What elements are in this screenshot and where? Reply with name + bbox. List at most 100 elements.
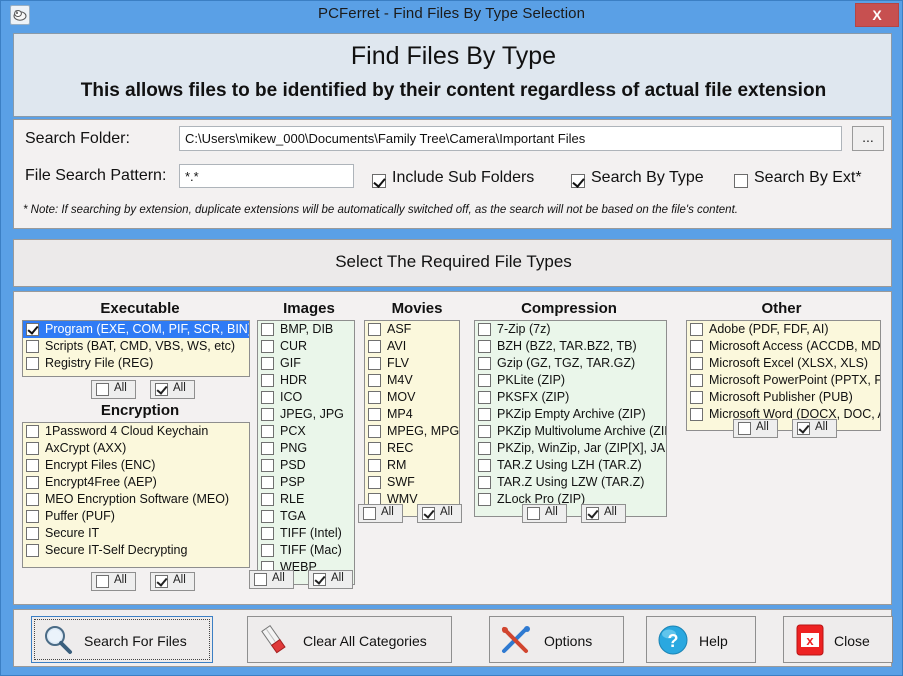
images-check-all-button[interactable]: All [308,570,353,589]
checkbox-icon[interactable] [478,459,491,472]
movies-uncheck-all-button[interactable]: All [358,504,403,523]
list-item[interactable]: MOV [365,389,459,406]
list-item[interactable]: PSD [258,457,354,474]
other-uncheck-all-button[interactable]: All [733,419,778,438]
compression-uncheck-all-button[interactable]: All [522,504,567,523]
checkbox-icon[interactable] [26,476,39,489]
list-item[interactable]: Puffer (PUF) [23,508,249,525]
checkbox-icon[interactable] [26,544,39,557]
checkbox-icon[interactable] [478,323,491,336]
executable-check-all-button[interactable]: All [150,380,195,399]
include-sub-folders-label[interactable]: Include Sub Folders [392,169,534,187]
movies-check-all-button[interactable]: All [417,504,462,523]
checkbox-icon[interactable] [690,357,703,370]
list-item[interactable]: TAR.Z Using LZW (TAR.Z) [475,474,666,491]
checkbox-icon[interactable] [261,476,274,489]
list-item[interactable]: BZH (BZ2, TAR.BZ2, TB) [475,338,666,355]
checkbox-icon[interactable] [261,459,274,472]
checkbox-icon[interactable] [26,442,39,455]
checkbox-icon[interactable] [690,340,703,353]
list-item[interactable]: BMP, DIB [258,321,354,338]
checkbox-icon[interactable] [368,323,381,336]
list-item[interactable]: Microsoft PowerPoint (PPTX, PPT) [687,372,880,389]
list-item[interactable]: ZLock Pro (ZIP) [475,491,666,508]
list-item[interactable]: PCX [258,423,354,440]
options-button[interactable]: Options [489,616,624,663]
checkbox-icon[interactable] [261,357,274,370]
list-item[interactable]: RM [365,457,459,474]
close-button[interactable]: x Close [783,616,893,663]
search-by-ext-checkbox[interactable] [734,174,748,188]
list-executable[interactable]: Program (EXE, COM, PIF, SCR, BIN) Scripts… [22,320,250,377]
list-item[interactable]: TIFF (Intel) [258,525,354,542]
encryption-check-all-button[interactable]: All [150,572,195,591]
checkbox-icon[interactable] [261,527,274,540]
clear-all-categories-button[interactable]: Clear All Categories [247,616,452,663]
checkbox-icon[interactable] [261,374,274,387]
list-item[interactable]: Registry File (REG) [23,355,249,372]
list-movies[interactable]: ASF AVI FLV M4V MOV MP4 MPEG, MPG REC RM SWF WMV [364,320,460,517]
checkbox-icon[interactable] [368,476,381,489]
list-item[interactable]: REC [365,440,459,457]
window-close-button[interactable]: X [855,3,899,27]
list-item[interactable]: FLV [365,355,459,372]
checkbox-icon[interactable] [261,544,274,557]
checkbox-icon[interactable] [26,357,39,370]
checkbox-icon[interactable] [261,408,274,421]
search-folder-input[interactable]: C:\Users\mikew_000\Documents\Family Tree… [179,126,842,151]
images-uncheck-all-button[interactable]: All [249,570,294,589]
list-compression[interactable]: 7-Zip (7z) BZH (BZ2, TAR.BZ2, TB) Gzip (GZ… [474,320,667,517]
help-button[interactable]: ? Help [646,616,756,663]
list-item[interactable]: M4V [365,372,459,389]
checkbox-icon[interactable] [478,442,491,455]
list-item[interactable]: JPEG, JPG [258,406,354,423]
checkbox-icon[interactable] [368,391,381,404]
checkbox-icon[interactable] [261,323,274,336]
checkbox-icon[interactable] [478,425,491,438]
checkbox-icon[interactable] [690,408,703,421]
checkbox-icon[interactable] [261,510,274,523]
list-item[interactable]: Secure IT [23,525,249,542]
list-item[interactable]: Program (EXE, COM, PIF, SCR, BIN) [23,321,249,338]
checkbox-icon[interactable] [368,442,381,455]
checkbox-icon[interactable] [368,374,381,387]
checkbox-icon[interactable] [26,459,39,472]
list-item[interactable]: RLE [258,491,354,508]
list-item[interactable]: PKZip Multivolume Archive (ZIP) [475,423,666,440]
compression-check-all-button[interactable]: All [581,504,626,523]
list-item[interactable]: ICO [258,389,354,406]
checkbox-icon[interactable] [690,323,703,336]
list-item[interactable]: Microsoft Excel (XLSX, XLS) [687,355,880,372]
list-item[interactable]: GIF [258,355,354,372]
search-by-type-checkbox[interactable] [571,174,585,188]
list-item[interactable]: Gzip (GZ, TGZ, TAR.GZ) [475,355,666,372]
list-item[interactable]: Microsoft Publisher (PUB) [687,389,880,406]
checkbox-icon[interactable] [261,493,274,506]
checkbox-icon[interactable] [368,340,381,353]
list-item[interactable]: AxCrypt (AXX) [23,440,249,457]
checkbox-icon[interactable] [478,408,491,421]
other-check-all-button[interactable]: All [792,419,837,438]
file-search-pattern-input[interactable]: *.* [179,164,354,188]
search-by-type-label[interactable]: Search By Type [591,169,704,187]
checkbox-icon[interactable] [26,527,39,540]
checkbox-icon[interactable] [478,374,491,387]
checkbox-icon[interactable] [26,510,39,523]
include-sub-folders-checkbox[interactable] [372,174,386,188]
list-item[interactable]: 7-Zip (7z) [475,321,666,338]
checkbox-icon[interactable] [26,340,39,353]
list-item[interactable]: PKLite (ZIP) [475,372,666,389]
list-item[interactable]: ASF [365,321,459,338]
list-other[interactable]: Adobe (PDF, FDF, AI) Microsoft Access (AC… [686,320,881,431]
list-item[interactable]: 1Password 4 Cloud Keychain [23,423,249,440]
search-by-ext-label[interactable]: Search By Ext* [754,169,862,187]
list-item[interactable]: CUR [258,338,354,355]
list-item[interactable]: TGA [258,508,354,525]
list-item[interactable]: Scripts (BAT, CMD, VBS, WS, etc) [23,338,249,355]
list-item[interactable]: MEO Encryption Software (MEO) [23,491,249,508]
checkbox-icon[interactable] [368,425,381,438]
list-item[interactable]: Adobe (PDF, FDF, AI) [687,321,880,338]
checkbox-icon[interactable] [368,357,381,370]
list-encryption[interactable]: 1Password 4 Cloud Keychain AxCrypt (AXX) E… [22,422,250,568]
checkbox-icon[interactable] [261,442,274,455]
